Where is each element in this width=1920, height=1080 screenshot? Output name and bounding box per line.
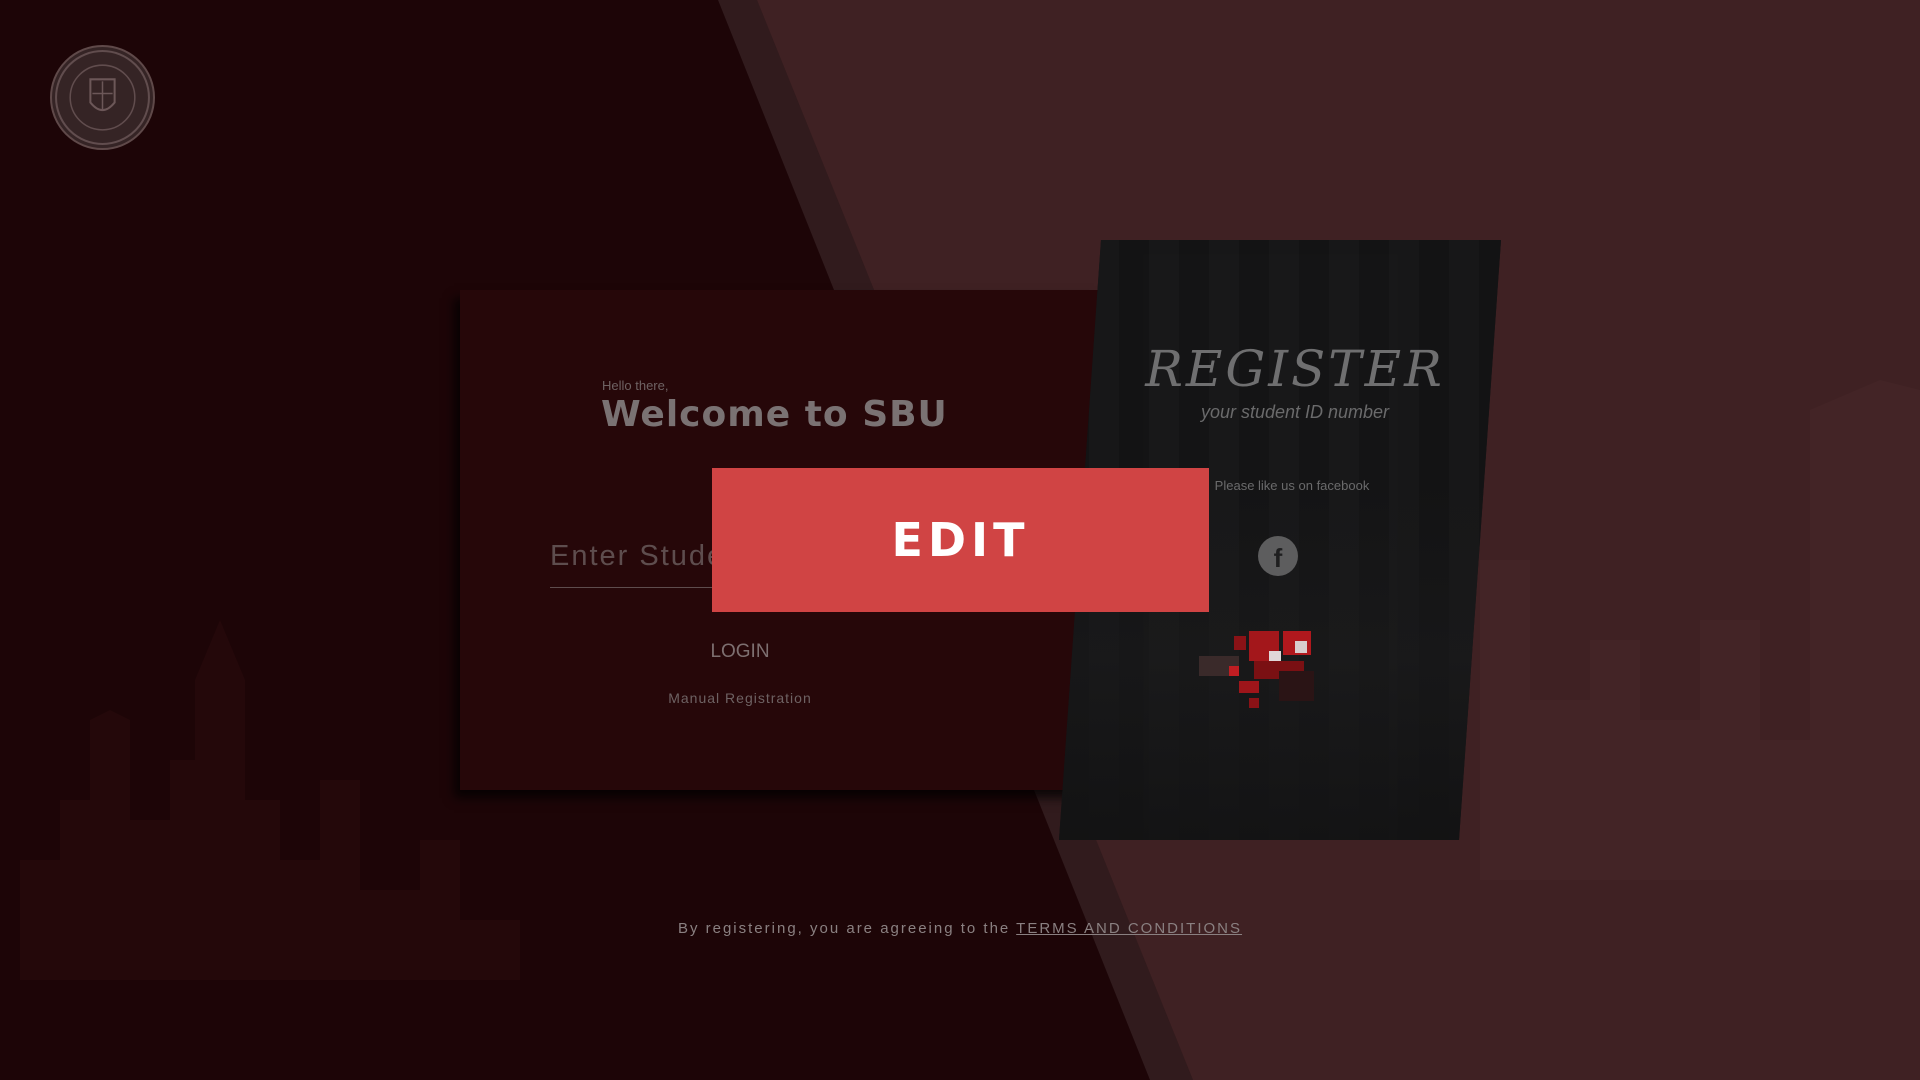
university-seal-logo bbox=[50, 45, 155, 150]
welcome-heading: Welcome to SBU bbox=[601, 394, 948, 435]
edit-label: EDIT bbox=[891, 513, 1030, 567]
skyline-right-graphic bbox=[1480, 380, 1920, 880]
terms-notice: By registering, you are agreeing to the … bbox=[0, 920, 1920, 937]
facebook-icon[interactable]: f bbox=[1258, 536, 1298, 576]
edit-button[interactable]: EDIT bbox=[712, 468, 1209, 612]
register-subtitle: your student ID number bbox=[1200, 402, 1390, 422]
manual-registration-link[interactable]: Manual Registration bbox=[640, 690, 840, 706]
terms-notice-text: By registering, you are agreeing to the bbox=[677, 920, 1017, 937]
login-button[interactable]: LOGIN bbox=[660, 634, 820, 670]
terms-and-conditions-link[interactable]: TERMS AND CONDITIONS bbox=[1016, 920, 1242, 937]
pixelated-image bbox=[1199, 631, 1314, 708]
register-title: REGISTER bbox=[1145, 340, 1445, 398]
skyline-left-graphic bbox=[20, 620, 520, 980]
greeting-text: Hello there, bbox=[602, 378, 669, 393]
